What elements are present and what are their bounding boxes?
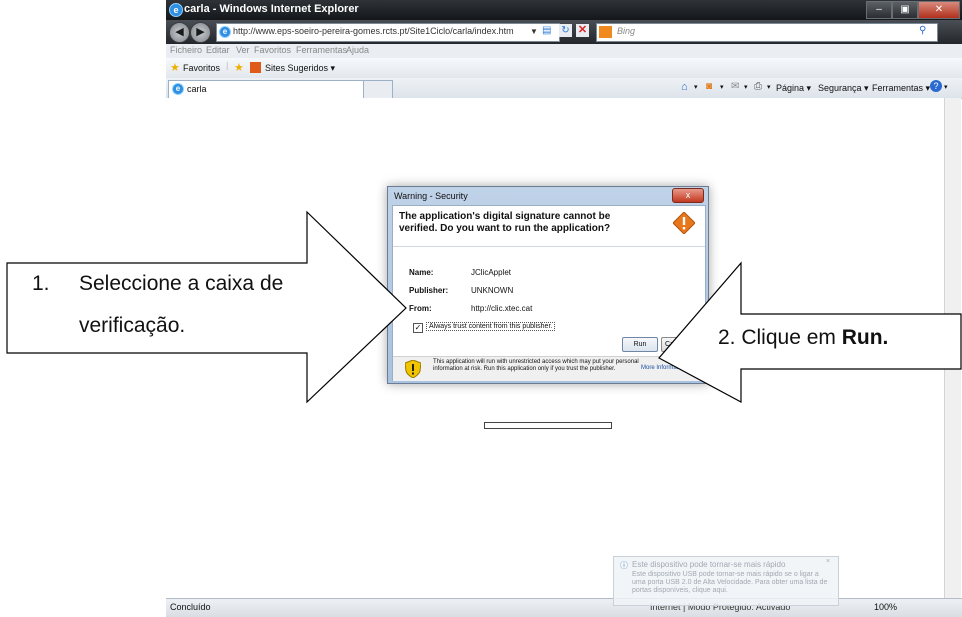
divider: | xyxy=(226,60,229,70)
bing-logo-icon xyxy=(599,26,612,38)
security-warning-dialog: Warning - Security x The application's d… xyxy=(387,186,709,384)
close-button[interactable]: ✕ xyxy=(918,1,960,19)
dialog-header: The application's digital signature cann… xyxy=(393,206,705,247)
trust-checkbox[interactable]: ✓ xyxy=(413,323,423,333)
trust-checkbox-label[interactable]: Always trust content from this publisher… xyxy=(426,322,556,331)
maximize-button[interactable]: ▣ xyxy=(892,1,918,19)
menu-ajuda[interactable]: Ajuda xyxy=(346,45,369,55)
notification-body: Este dispositivo USB pode tornar-se mais… xyxy=(632,571,828,594)
menu-ficheiro[interactable]: Ficheiro xyxy=(170,45,202,55)
new-tab-button[interactable] xyxy=(363,80,393,98)
notification-title: Este dispositivo pode tornar-se mais ráp… xyxy=(632,560,786,569)
dialog-footer: This application will run with unrestric… xyxy=(393,356,705,381)
step1-line1: Seleccione a caixa de xyxy=(79,272,284,295)
loading-progress-bar xyxy=(484,422,612,429)
dialog-close-button[interactable]: x xyxy=(672,188,704,203)
address-dropdown-icon[interactable]: ▼ xyxy=(530,27,538,36)
address-row: ◀ ▶ e http://www.eps-soeiro-pereira-gome… xyxy=(166,20,962,44)
more-information-link[interactable]: More Information... xyxy=(641,365,691,371)
menu-favoritos[interactable]: Favoritos xyxy=(254,45,291,55)
ie-logo-icon: e xyxy=(169,3,183,17)
address-bar[interactable]: e http://www.eps-soeiro-pereira-gomes.rc… xyxy=(216,23,560,42)
security-menu[interactable]: Segurança ▾ xyxy=(818,83,869,94)
step2-text: 2. Clique em Run. xyxy=(718,326,888,350)
usb-notification[interactable]: ⓘ Este dispositivo pode tornar-se mais r… xyxy=(613,556,839,606)
minimize-button[interactable]: – xyxy=(866,1,892,19)
stop-icon[interactable]: ✕ xyxy=(576,24,589,37)
suggested-sites-icon xyxy=(250,62,261,73)
favorites-button[interactable]: Favoritos xyxy=(183,63,220,73)
field-value: UNKNOWN xyxy=(471,286,514,295)
mail-icon[interactable]: ✉ xyxy=(731,81,739,92)
tab-label: carla xyxy=(187,84,207,94)
favorites-bar: ★ Favoritos | ★ Sites Sugeridos ▾ xyxy=(166,58,962,79)
compat-view-icon[interactable]: ▤ xyxy=(542,25,551,36)
title-bar: e carla - Windows Internet Explorer – ▣ … xyxy=(166,0,962,20)
chevron-down-icon[interactable]: ▾ xyxy=(744,83,748,91)
menu-bar: Ficheiro Editar Ver Favoritos Ferramenta… xyxy=(166,44,962,58)
dialog-message: The application's digital signature cann… xyxy=(399,211,611,234)
field-value: http://clic.xtec.cat xyxy=(471,304,533,313)
status-text: Concluído xyxy=(170,602,211,612)
tab-carla[interactable]: e carla xyxy=(168,80,365,98)
status-bar: Concluído Internet | Modo Protegido: Act… xyxy=(166,598,962,617)
warning-icon xyxy=(673,212,695,234)
forward-button[interactable]: ▶ xyxy=(190,22,211,43)
field-label: Name: xyxy=(409,268,434,277)
page-icon: e xyxy=(219,26,231,38)
back-button[interactable]: ◀ xyxy=(169,22,190,43)
step2-run-label: Run. xyxy=(841,326,889,349)
menu-ferramentas[interactable]: Ferramentas xyxy=(296,45,347,55)
help-icon[interactable]: ? xyxy=(930,80,942,92)
field-label: Publisher: xyxy=(409,286,449,295)
suggested-sites-link[interactable]: Sites Sugeridos ▾ xyxy=(265,63,335,74)
step2-prefix: 2. Clique em xyxy=(718,326,842,349)
search-input[interactable]: Bing ⚲ xyxy=(596,23,938,42)
notification-close-icon[interactable]: × xyxy=(826,558,830,565)
run-button[interactable]: Run xyxy=(622,337,658,352)
chevron-down-icon[interactable]: ▾ xyxy=(720,83,724,91)
footer-message: This application will run with unrestric… xyxy=(433,359,639,372)
step1-number: 1. xyxy=(32,272,50,295)
dialog-title: Warning - Security xyxy=(394,191,468,201)
chevron-down-icon[interactable]: ▾ xyxy=(694,83,698,91)
tab-page-icon: e xyxy=(172,83,184,95)
refresh-icon[interactable]: ↻ xyxy=(559,24,572,37)
dialog-body: The application's digital signature cann… xyxy=(392,205,706,381)
menu-ver[interactable]: Ver xyxy=(236,45,250,55)
shield-warning-icon xyxy=(405,360,421,378)
info-icon: ⓘ xyxy=(620,561,628,570)
search-placeholder: Bing xyxy=(617,26,636,36)
address-text: http://www.eps-soeiro-pereira-gomes.rcts… xyxy=(233,26,514,36)
step1-line2: verificação. xyxy=(79,314,186,337)
field-value: JClicApplet xyxy=(471,268,512,277)
page-menu[interactable]: Página ▾ xyxy=(776,83,811,94)
rss-icon[interactable]: ◙ xyxy=(706,81,712,92)
add-favorite-icon[interactable]: ★ xyxy=(234,61,244,74)
menu-editar[interactable]: Editar xyxy=(206,45,230,55)
chevron-down-icon[interactable]: ▾ xyxy=(944,83,948,91)
search-icon[interactable]: ⚲ xyxy=(919,25,926,36)
chevron-down-icon[interactable]: ▾ xyxy=(767,83,771,91)
window-title: carla - Windows Internet Explorer xyxy=(184,3,359,15)
home-icon[interactable]: ⌂ xyxy=(681,81,688,93)
print-icon[interactable]: ⎙ xyxy=(754,81,762,92)
zoom-level[interactable]: 100% xyxy=(874,602,897,612)
cancel-button[interactable]: Ca xyxy=(661,337,697,352)
star-icon: ★ xyxy=(170,62,180,74)
vertical-scrollbar[interactable] xyxy=(944,98,961,598)
tab-bar: e carla ⌂ ▾ ◙ ▾ ✉ ▾ ⎙ ▾ Página ▾ Seguran… xyxy=(166,78,962,99)
field-label: From: xyxy=(409,304,432,313)
tools-menu[interactable]: Ferramentas ▾ xyxy=(872,83,930,94)
